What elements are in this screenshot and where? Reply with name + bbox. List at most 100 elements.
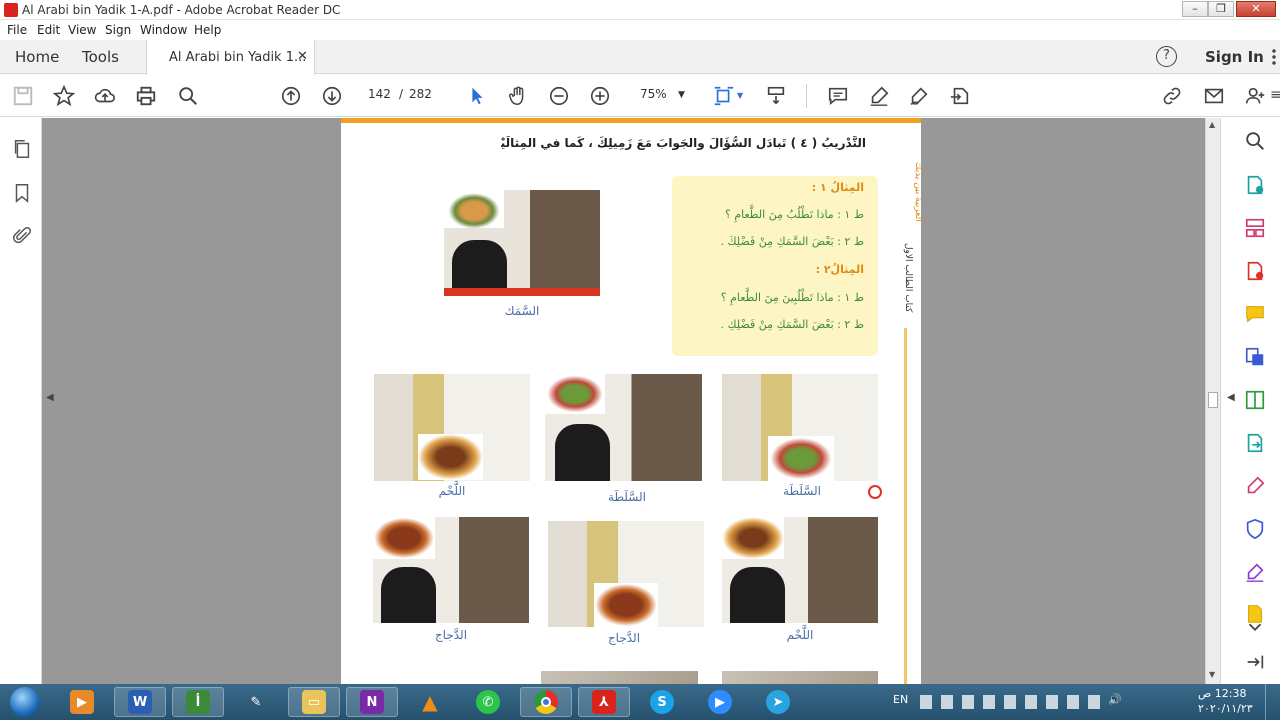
example2-answer: ط ٢ : بَعْضَ السَّمَكِ مِنْ فَضْلِكِ . — [720, 318, 864, 331]
comment-tool-icon[interactable] — [1243, 302, 1267, 326]
upload-icon[interactable] — [93, 84, 117, 108]
page-down-icon[interactable] — [320, 84, 344, 108]
tab-tools[interactable]: Tools — [82, 48, 119, 66]
example2-title: المِثالُ٢ : — [815, 263, 864, 276]
share-icon[interactable] — [948, 84, 972, 108]
add-user-icon[interactable] — [1243, 84, 1267, 108]
example1-title: المِثالُ ١ : — [811, 181, 864, 194]
sign-icon[interactable] — [907, 84, 931, 108]
scroll-up-icon[interactable]: ▲ — [1209, 120, 1215, 129]
link-icon[interactable] — [1160, 84, 1184, 108]
acrobat-icon[interactable]: ⅄ — [578, 687, 630, 717]
media-player-icon[interactable]: ▶ — [56, 687, 108, 717]
zoom-out-icon[interactable] — [547, 84, 571, 108]
comment-icon[interactable] — [826, 84, 850, 108]
caption-row2-left: الدَّجاج — [434, 628, 468, 642]
save-icon[interactable] — [11, 84, 35, 108]
menu-window[interactable]: Window — [140, 23, 187, 37]
toolbar-overflow-icon[interactable]: ≡ — [1270, 87, 1280, 103]
menu-help[interactable]: Help — [194, 23, 221, 37]
word-icon[interactable]: W — [114, 687, 166, 717]
maximize-button[interactable]: ❐ — [1208, 1, 1234, 17]
caption-row1-left: اللَّحْم — [438, 484, 466, 498]
minimize-button[interactable]: – — [1182, 1, 1208, 17]
woman-figure — [730, 567, 785, 623]
close-button[interactable]: ✕ — [1236, 1, 1276, 17]
side-accent-line — [904, 328, 907, 684]
caption-row2-right: اللَّحْم — [786, 628, 814, 642]
scrollbar-thumb[interactable] — [1208, 392, 1218, 408]
photo-salad-1 — [545, 374, 702, 481]
attachment-icon[interactable] — [11, 225, 33, 250]
send-icon[interactable] — [1243, 431, 1267, 455]
telegram-icon[interactable]: ➤ — [752, 687, 804, 717]
menu-file[interactable]: File — [7, 23, 27, 37]
clock-time[interactable]: 12:38 ص — [1198, 687, 1247, 700]
right-tools-panel: ◀ — [1220, 118, 1280, 684]
page-top-accent — [341, 118, 921, 123]
bookmark-star-icon[interactable] — [52, 84, 76, 108]
fit-dropdown-icon[interactable]: ▼ — [737, 91, 743, 100]
zoom-in-icon[interactable] — [588, 84, 612, 108]
page-up-icon[interactable] — [279, 84, 303, 108]
menu-sign[interactable]: Sign — [105, 23, 131, 37]
volume-icon[interactable]: 🔊 — [1108, 693, 1122, 706]
hand-icon[interactable] — [506, 84, 530, 108]
toolbar-divider — [806, 84, 807, 108]
skype-icon[interactable]: S — [636, 687, 688, 717]
expand-panel-icon[interactable]: ◀ — [1227, 392, 1235, 403]
scroll-down-icon[interactable]: ▼ — [1209, 670, 1215, 679]
start-orb-icon[interactable] — [0, 687, 50, 717]
menu-edit[interactable]: Edit — [37, 23, 60, 37]
system-tray-icons[interactable] — [920, 695, 1100, 709]
aban-app-icon[interactable]: أ — [172, 687, 224, 717]
language-indicator[interactable]: EN — [893, 693, 908, 706]
menu-view[interactable]: View — [68, 23, 96, 37]
zoom-dropdown-icon[interactable]: ▼ — [678, 90, 685, 100]
highlight-icon[interactable] — [867, 84, 891, 108]
clock-date[interactable]: ٢٠٢٠/١١/٢٣ — [1198, 702, 1253, 715]
show-desktop-button[interactable] — [1265, 684, 1280, 720]
scroll-mode-icon[interactable] — [764, 84, 788, 108]
table-edge — [444, 288, 600, 296]
zoom-icon[interactable] — [1243, 129, 1267, 153]
fill-sign-icon[interactable] — [1243, 474, 1267, 498]
combine-files-icon[interactable] — [1243, 345, 1267, 369]
onenote-icon[interactable]: N — [346, 687, 398, 717]
protect-icon[interactable] — [1243, 517, 1267, 541]
bookmark-icon[interactable] — [11, 182, 33, 207]
chrome-icon[interactable] — [520, 687, 572, 717]
create-pdf-icon[interactable] — [1243, 259, 1267, 283]
sign-in-button[interactable]: Sign In — [1205, 48, 1264, 66]
organize-pages-icon[interactable] — [1243, 216, 1267, 240]
collapse-panel-icon[interactable] — [1243, 650, 1267, 674]
more-icon[interactable] — [1272, 48, 1276, 66]
print-icon[interactable] — [134, 84, 158, 108]
example2-question: ط ١ : ماذا تَطْلُبِينَ مِنَ الطَّعامِ ؟ — [720, 291, 864, 304]
export-pdf-icon[interactable] — [1243, 173, 1267, 197]
edit-pdf-icon[interactable] — [1243, 388, 1267, 412]
fit-page-icon[interactable] — [712, 84, 736, 108]
photo-salad-2 — [722, 374, 878, 481]
tab-home[interactable]: Home — [15, 48, 59, 66]
whatsapp-icon[interactable]: ✆ — [462, 687, 514, 717]
tab-document[interactable]: Al Arabi bin Yadik 1... ✕ — [146, 40, 315, 75]
acrobat-app-icon — [4, 3, 18, 17]
select-cursor-icon[interactable] — [465, 84, 489, 108]
zoom-select[interactable]: 75% — [640, 87, 667, 101]
search-icon[interactable] — [176, 84, 200, 108]
pages-icon[interactable] — [11, 138, 33, 163]
caption-row1-right: السَّلَطَة — [783, 484, 821, 498]
zoom-app-icon[interactable]: ▶ — [694, 687, 746, 717]
vertical-scrollbar[interactable]: ▲ ▼ — [1205, 118, 1220, 684]
sign-pen-icon[interactable] — [1243, 560, 1267, 584]
vlc-icon[interactable]: ▲ — [404, 687, 456, 717]
tab-close-icon[interactable]: ✕ — [297, 49, 308, 64]
file-explorer-icon[interactable]: ▭ — [288, 687, 340, 717]
chevron-down-icon[interactable] — [1243, 615, 1267, 639]
current-page-input[interactable]: 142 — [368, 87, 391, 101]
email-icon[interactable] — [1202, 84, 1226, 108]
pen-icon[interactable]: ✎ — [230, 687, 282, 717]
collapse-left-panel-icon[interactable]: ◀ — [46, 392, 54, 403]
help-icon[interactable]: ? — [1156, 46, 1177, 67]
